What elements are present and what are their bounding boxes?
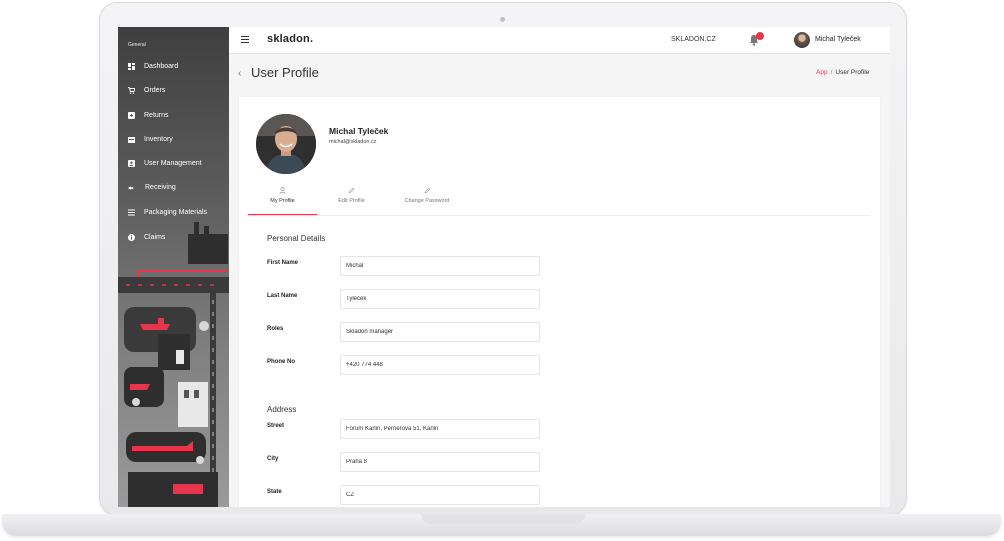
back-chevron-icon[interactable]: ‹ <box>238 68 241 79</box>
brand-logo[interactable]: skladon. <box>267 33 313 45</box>
pencil-icon <box>386 187 468 195</box>
city-label: City <box>267 456 279 462</box>
receiving-icon <box>128 184 135 191</box>
profile-card: Michal Tyleček michal@skladon.cz My Prof… <box>239 97 880 507</box>
site-link[interactable]: SKLADON.CZ <box>671 36 716 43</box>
sidebar: General Dashboard Orders Returns Invento… <box>118 27 229 507</box>
profile-tabs: My Profile Edit Profile Change Password <box>248 185 871 216</box>
breadcrumb: App / User Profile <box>816 69 869 76</box>
first-name-label: First Name <box>267 260 299 266</box>
state-label: State <box>267 489 282 495</box>
user-icon <box>248 187 317 195</box>
tab-label: My Profile <box>270 198 295 204</box>
sidebar-section-label: General <box>128 42 146 48</box>
sidebar-item-user-management[interactable]: User Management <box>128 156 228 170</box>
tab-edit-profile[interactable]: Edit Profile <box>317 185 386 214</box>
list-icon <box>128 209 135 216</box>
dashboard-icon <box>128 62 135 70</box>
city-field[interactable] <box>340 452 540 472</box>
sidebar-item-receiving[interactable]: Receiving <box>128 180 228 194</box>
app-screen: General Dashboard Orders Returns Invento… <box>118 27 890 507</box>
user-card-icon <box>128 159 135 167</box>
sidebar-item-label: Inventory <box>144 135 173 143</box>
sidebar-item-returns[interactable]: Returns <box>128 108 228 122</box>
sidebar-item-orders[interactable]: Orders <box>128 83 228 97</box>
sidebar-item-label: Dashboard <box>144 62 179 70</box>
sidebar-item-packaging-materials[interactable]: Packaging Materials <box>128 205 228 219</box>
sidebar-item-label: User Management <box>144 159 202 167</box>
roles-label: Roles <box>267 326 284 332</box>
laptop-notch <box>421 514 585 524</box>
profile-name: Michal Tyleček <box>329 126 389 136</box>
roles-field[interactable] <box>340 322 540 342</box>
profile-email: michal@skladon.cz <box>329 139 377 145</box>
returns-icon <box>128 111 135 119</box>
profile-avatar <box>256 114 316 174</box>
sidebar-item-dashboard[interactable]: Dashboard <box>128 59 228 73</box>
breadcrumb-root[interactable]: App <box>816 69 828 76</box>
sidebar-item-label: Orders <box>144 86 166 94</box>
menu-icon[interactable] <box>241 34 249 46</box>
tab-change-password[interactable]: Change Password <box>386 185 468 214</box>
sidebar-item-label: Returns <box>144 111 169 119</box>
tab-label: Change Password <box>404 198 450 204</box>
page-title: User Profile <box>251 65 319 80</box>
header-user-name[interactable]: Michal Tyleček <box>815 36 861 43</box>
sidebar-item-inventory[interactable]: Inventory <box>128 132 228 146</box>
breadcrumb-current: User Profile <box>835 69 870 76</box>
breadcrumb-separator: / <box>830 69 833 76</box>
cart-icon <box>128 86 135 94</box>
notification-badge <box>756 32 764 40</box>
personal-details-title: Personal Details <box>267 234 326 243</box>
street-label: Street <box>267 423 285 429</box>
avatar[interactable] <box>794 32 810 48</box>
laptop-camera <box>500 17 505 22</box>
tab-my-profile[interactable]: My Profile <box>248 185 317 215</box>
sidebar-item-label: Packaging Materials <box>144 208 208 216</box>
first-name-field[interactable] <box>340 256 540 276</box>
street-field[interactable] <box>340 419 540 439</box>
last-name-field[interactable] <box>340 289 540 309</box>
sidebar-illustration <box>118 222 229 507</box>
phone-field[interactable] <box>340 355 540 375</box>
tab-label: Edit Profile <box>338 198 365 204</box>
top-bar: skladon. SKLADON.CZ Michal Tyleček <box>229 27 890 54</box>
sidebar-item-label: Receiving <box>145 183 176 191</box>
pencil-icon <box>317 187 386 195</box>
inventory-icon <box>128 136 135 143</box>
address-title: Address <box>267 405 297 414</box>
phone-label: Phone No <box>267 359 295 365</box>
state-field[interactable] <box>340 485 540 505</box>
last-name-label: Last Name <box>267 293 298 299</box>
